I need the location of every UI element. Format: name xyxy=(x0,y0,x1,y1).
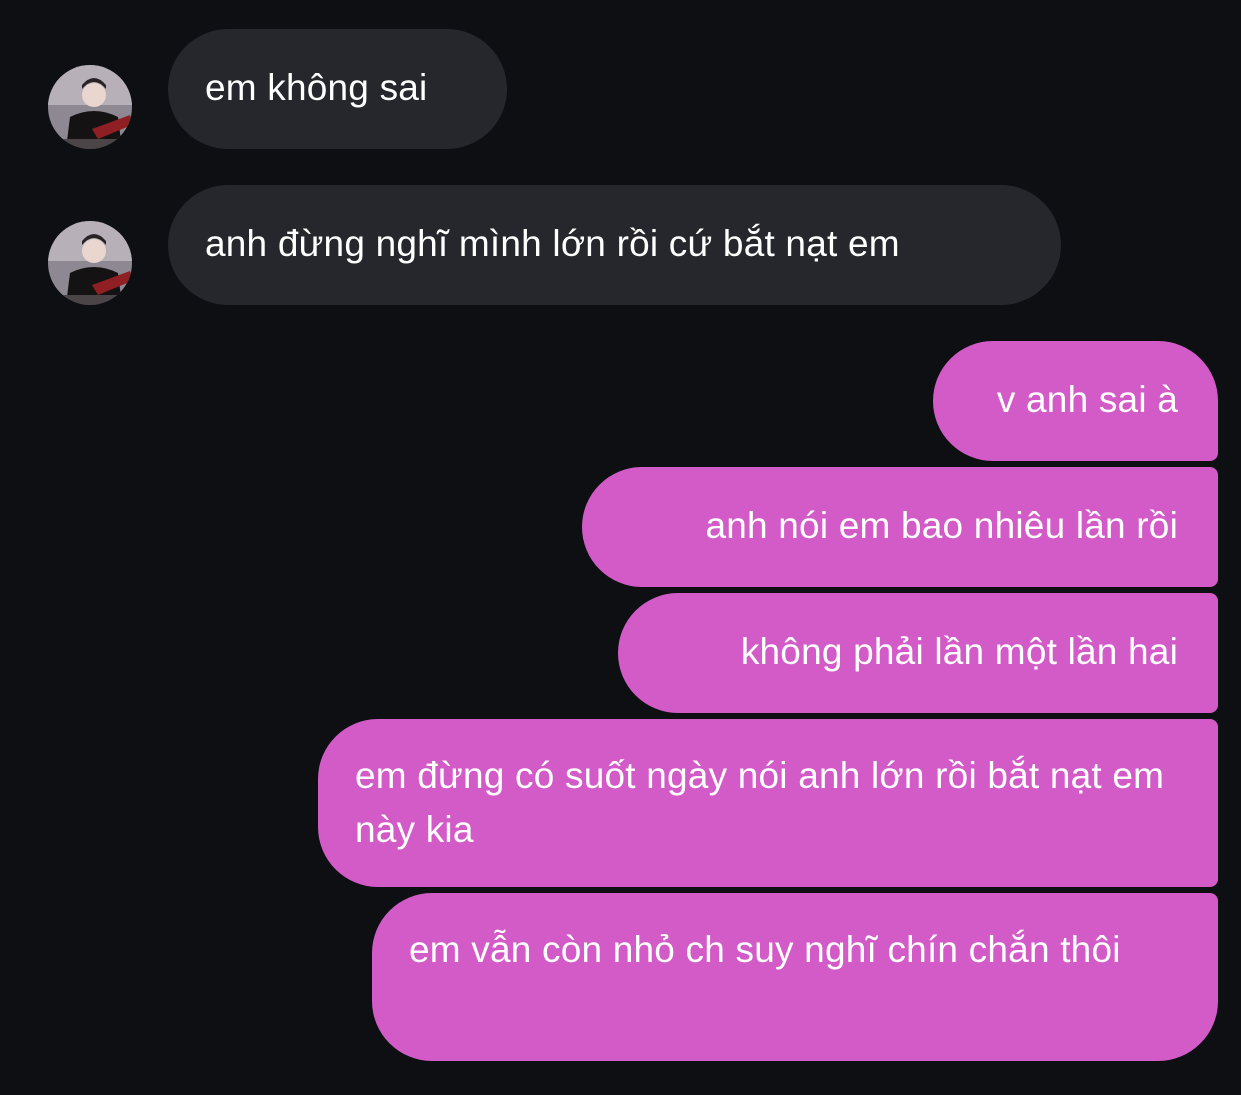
incoming-message[interactable]: em không sai xyxy=(168,29,507,149)
avatar-photo-icon xyxy=(48,221,132,305)
outgoing-message[interactable]: em vẫn còn nhỏ ch suy nghĩ chín chắn thô… xyxy=(372,893,1218,1061)
contact-avatar[interactable] xyxy=(48,221,132,305)
outgoing-message[interactable]: anh nói em bao nhiêu lần rồi xyxy=(582,467,1218,587)
outgoing-message[interactable]: v anh sai à xyxy=(933,341,1218,461)
avatar-photo-icon xyxy=(48,65,132,149)
contact-avatar[interactable] xyxy=(48,65,132,149)
outgoing-message[interactable]: em đừng có suốt ngày nói anh lớn rồi bắt… xyxy=(318,719,1218,887)
message-thread: em không sai anh đừng nghĩ mình lớn rồi … xyxy=(0,0,1241,1095)
outgoing-message[interactable]: không phải lần một lần hai xyxy=(618,593,1218,713)
incoming-message[interactable]: anh đừng nghĩ mình lớn rồi cứ bắt nạt em xyxy=(168,185,1061,305)
